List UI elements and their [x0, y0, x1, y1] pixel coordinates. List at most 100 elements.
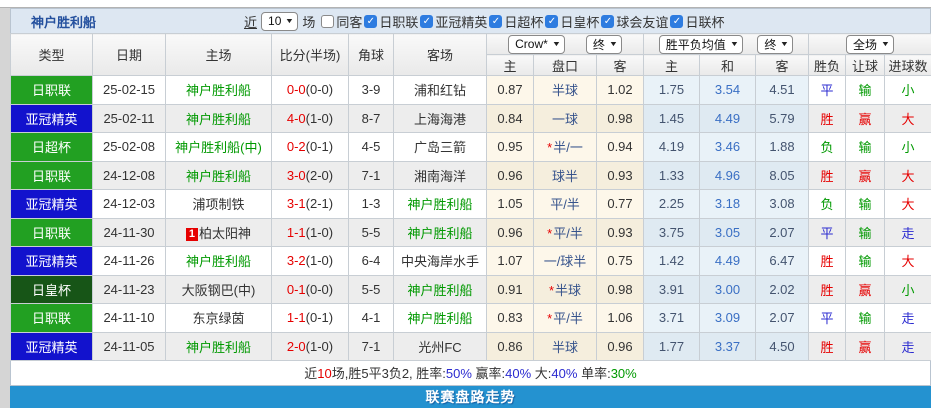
- europe-odds-select[interactable]: 胜平负均值▼: [659, 35, 743, 54]
- result-handicap: 赢: [846, 104, 885, 133]
- home-team-name[interactable]: 神户胜利船: [186, 169, 251, 184]
- match-date: 24-11-23: [93, 275, 166, 304]
- summary-segment: 大:: [531, 366, 551, 381]
- recent-count-select[interactable]: 10▼: [261, 12, 298, 31]
- home-team-name[interactable]: 神户胜利船: [186, 340, 251, 355]
- full-score: 0-1: [287, 282, 306, 297]
- home-team-name[interactable]: 神户胜利船(中): [175, 140, 262, 155]
- handicap-line-cell: *平/半: [534, 218, 597, 247]
- table-header-row-groups: 类型 日期 主场 比分(半场) 角球 客场 Crow*▼ 终▼ 胜平负均值▼ 终…: [11, 34, 931, 55]
- avg-win-odds: 1.75: [644, 76, 700, 105]
- handicap-odds-away: 1.06: [597, 304, 644, 333]
- away-team-cell: 神户胜利船: [394, 190, 487, 219]
- summary-segment: 40%: [505, 366, 531, 381]
- home-team-cell: 神户胜利船: [166, 332, 272, 361]
- result-wdl: 负: [809, 133, 846, 162]
- europe-time-select[interactable]: 终▼: [757, 35, 793, 54]
- handicap-odds-away: 0.75: [597, 247, 644, 276]
- scope-select[interactable]: 全场▼: [846, 35, 894, 54]
- odds-time-select[interactable]: 终▼: [586, 35, 622, 54]
- home-team-name[interactable]: 柏太阳神: [199, 226, 251, 241]
- away-team-cell: 神户胜利船: [394, 304, 487, 333]
- checkbox-checked-icon[interactable]: ✓: [601, 15, 614, 28]
- result-goals: 走: [885, 218, 931, 247]
- avg-win-odds: 3.91: [644, 275, 700, 304]
- checkbox-unchecked-icon[interactable]: [321, 15, 334, 28]
- odds-company-select[interactable]: Crow*▼: [508, 35, 565, 54]
- away-team-name[interactable]: 广岛三箭: [414, 140, 466, 155]
- sub-header-odds-home: 主: [487, 55, 534, 76]
- half-score: (1-0): [306, 253, 333, 268]
- filter-label: 同客: [336, 12, 362, 31]
- score-cell: 0-2(0-1): [272, 133, 349, 162]
- match-row: 亚冠精英24-11-26神户胜利船3-2(1-0)6-4中央海岸水手1.07一/…: [11, 247, 931, 276]
- corner-count: 4-1: [349, 304, 394, 333]
- checkbox-checked-icon[interactable]: ✓: [670, 15, 683, 28]
- handicap-odds-away: 1.02: [597, 76, 644, 105]
- checkbox-checked-icon[interactable]: ✓: [545, 15, 558, 28]
- match-row: 亚冠精英24-12-03浦项制铁3-1(2-1)1-3神户胜利船1.05平/半0…: [11, 190, 931, 219]
- recent-link[interactable]: 近: [244, 12, 257, 31]
- score-cell: 3-0(2-0): [272, 161, 349, 190]
- filter-label: 日联杯: [685, 12, 724, 31]
- away-team-name[interactable]: 神户胜利船: [407, 197, 472, 212]
- summary-segment: 30%: [611, 366, 637, 381]
- checkbox-checked-icon[interactable]: ✓: [420, 15, 433, 28]
- corner-count: 1-3: [349, 190, 394, 219]
- away-team-name[interactable]: 神户胜利船: [407, 311, 472, 326]
- corner-count: 7-1: [349, 161, 394, 190]
- handicap-line-cell: 一/球半: [534, 247, 597, 276]
- match-date: 24-11-30: [93, 218, 166, 247]
- away-team-name[interactable]: 神户胜利船: [407, 226, 472, 241]
- score-cell: 2-0(1-0): [272, 332, 349, 361]
- avg-win-odds: 1.33: [644, 161, 700, 190]
- home-team-name[interactable]: 神户胜利船: [186, 112, 251, 127]
- handicap-odds-home: 0.84: [487, 104, 534, 133]
- away-team-cell: 神户胜利船: [394, 275, 487, 304]
- matches-tbody: 日职联25-02-15神户胜利船0-0(0-0)3-9浦和红钻0.87半球1.0…: [11, 76, 931, 361]
- result-goals: 大: [885, 190, 931, 219]
- home-team-cell: 神户胜利船: [166, 247, 272, 276]
- match-row: 日职联24-12-08神户胜利船3-0(2-0)7-1湘南海洋0.96球半0.9…: [11, 161, 931, 190]
- sub-header-avg-win: 主: [644, 55, 700, 76]
- filter-label: 日职联: [379, 12, 418, 31]
- home-team-cell: 神户胜利船: [166, 76, 272, 105]
- result-goals: 大: [885, 247, 931, 276]
- result-handicap: 输: [846, 133, 885, 162]
- checkbox-checked-icon[interactable]: ✓: [364, 15, 377, 28]
- checkbox-checked-icon[interactable]: ✓: [489, 15, 502, 28]
- half-score: (1-0): [306, 111, 333, 126]
- away-team-cell: 神户胜利船: [394, 218, 487, 247]
- half-score: (1-0): [306, 225, 333, 240]
- avg-lose-odds: 6.47: [756, 247, 809, 276]
- home-team-name[interactable]: 大阪钢巴(中): [182, 283, 256, 298]
- summary-segment: 赢率:: [472, 366, 505, 381]
- away-team-name[interactable]: 神户胜利船: [407, 283, 472, 298]
- match-date: 24-12-03: [93, 190, 166, 219]
- handicap-odds-away: 0.77: [597, 190, 644, 219]
- league-badge: 亚冠精英: [11, 332, 93, 361]
- league-badge: 亚冠精英: [11, 190, 93, 219]
- home-team-name[interactable]: 浦项制铁: [192, 197, 244, 212]
- full-score: 0-2: [287, 139, 306, 154]
- filter-checkbox-group: 同客✓日职联✓亚冠精英✓日超杯✓日皇杯✓球会友谊✓日联杯: [321, 12, 726, 31]
- handicap-odds-home: 0.95: [487, 133, 534, 162]
- result-handicap: 输: [846, 190, 885, 219]
- score-cell: 0-0(0-0): [272, 76, 349, 105]
- home-team-name[interactable]: 东京绿茵: [192, 311, 244, 326]
- away-team-name[interactable]: 浦和红钻: [414, 83, 466, 98]
- score-cell: 4-0(1-0): [272, 104, 349, 133]
- live-handicap-star: *: [547, 140, 552, 155]
- away-team-name[interactable]: 中央海岸水手: [401, 254, 479, 269]
- handicap-odds-home: 0.86: [487, 332, 534, 361]
- avg-win-odds: 3.71: [644, 304, 700, 333]
- home-team-name[interactable]: 神户胜利船: [186, 83, 251, 98]
- result-handicap: 输: [846, 247, 885, 276]
- handicap-group-header: Crow*▼ 终▼: [487, 34, 644, 55]
- away-team-name[interactable]: 光州FC: [418, 340, 461, 355]
- away-team-name[interactable]: 上海海港: [414, 112, 466, 127]
- home-team-name[interactable]: 神户胜利船: [186, 254, 251, 269]
- away-team-name[interactable]: 湘南海洋: [414, 169, 466, 184]
- sub-header-goals: 进球数: [885, 55, 931, 76]
- avg-win-odds: 1.45: [644, 104, 700, 133]
